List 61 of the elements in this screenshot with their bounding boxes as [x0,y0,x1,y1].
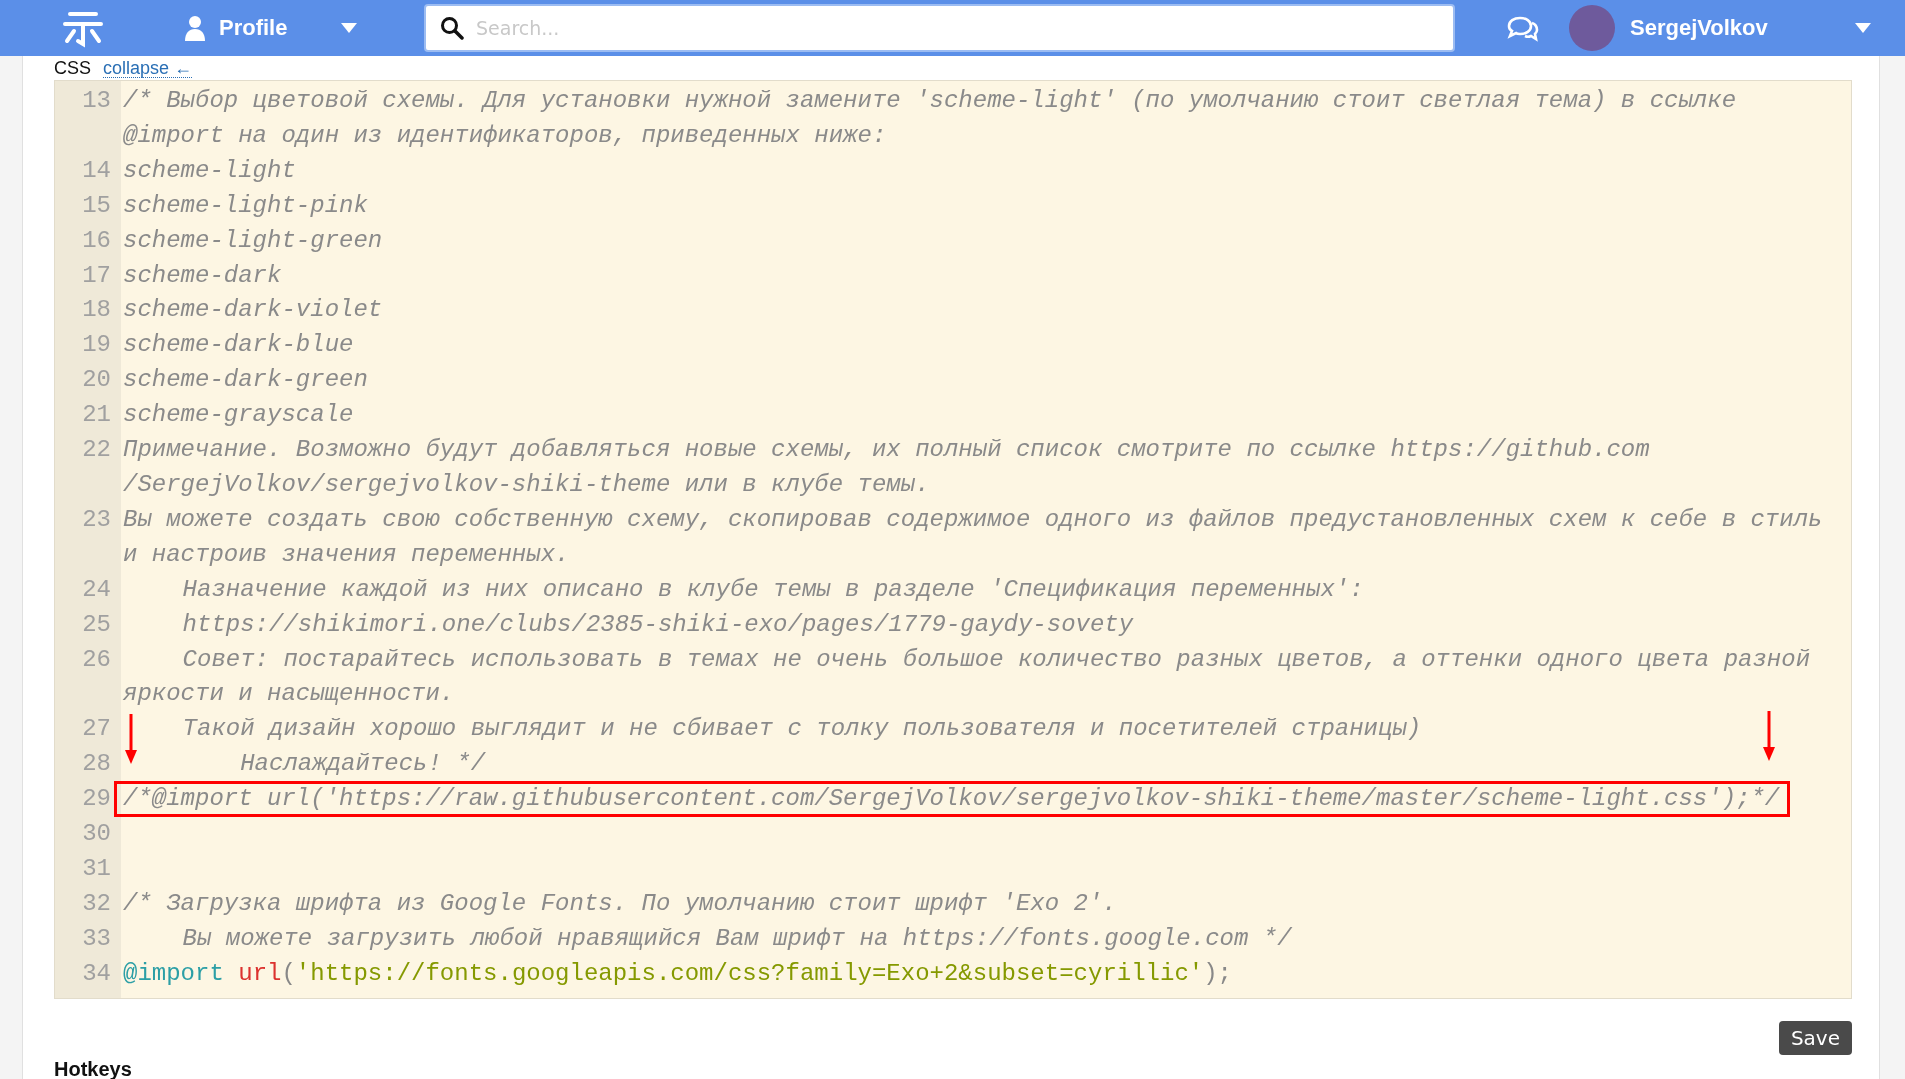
person-icon [184,15,206,41]
line-number: 32 [81,888,112,919]
line-number: 13 [81,86,112,116]
annotation-arrow [125,714,137,764]
line-number: 18 [81,295,112,326]
collapse-link[interactable]: collapse ← [103,58,193,78]
line-number: 17 [81,260,112,291]
caret-icon[interactable] [341,23,357,33]
code-line: /SergejVolkov/sergejvolkov-shiki-theme или в клубе темы. [122,470,930,498]
line-number: 21 [81,400,112,431]
code-line: scheme-light [122,156,296,184]
code-line: scheme-grayscale [122,401,354,429]
code-line: scheme-dark [122,261,282,289]
code-line: scheme-light-pink [122,191,368,219]
code-line: scheme-light-green [122,226,383,254]
line-number: 25 [81,609,112,640]
line-number: 24 [81,574,112,605]
code-line: scheme-dark-violet [122,296,383,324]
code-line: Назначение каждой из них описано в клубе темы в разделе 'Спецификация переменных': [181,575,1364,603]
code-line: Примечание. Возможно будут добавляться новые схемы, их полный список смотрите по ссылке https://github.com [122,436,1650,464]
code-line: /* Загрузка шрифта из Google Fonts. По умолчанию стоит шрифт 'Exo 2'. [122,889,1117,917]
annotation-arrow [1763,711,1775,761]
save-button[interactable]: Save [1778,1020,1852,1055]
line-number: 15 [81,190,112,221]
code-line: @import на один из идентификаторов, приведенных ниже: [122,121,887,149]
code-line: @import url('https://fonts.googleapis.com/css?family=Exo+2&subset=cyrillic'); [122,959,1232,987]
line-number: 23 [81,504,112,535]
line-number: 34 [81,958,112,989]
code-line: и настроив значения переменных. [122,540,570,568]
code-line: /* Выбор цветовой схемы. Для установки нужной замените 'scheme-light' (по умолчанию стоит светлая тема) в ссылке [122,87,1737,114]
code-line: Такой дизайн хорошо выглядит и не сбивает с толку пользователя и посетителей страницы) [181,715,1422,743]
line-number: 28 [81,749,112,780]
profile-menu-label[interactable]: Profile [219,15,288,41]
line-number: 30 [81,819,112,850]
code-line: Совет: постарайтесь использовать в темах не очень большое количество разных цветов, а оттенки одного цвета разной [181,645,1811,673]
line-number: 27 [81,714,112,745]
code-line: scheme-dark-green [122,366,368,394]
line-number: 16 [81,225,112,256]
line-number: 31 [81,853,112,884]
line-number: 29 [81,784,112,815]
line-number: 22 [81,435,112,466]
code-line: Наслаждайтесь! */ [239,750,486,778]
caret-icon[interactable] [1855,23,1871,33]
code-line: Вы можете создать свою собственную схему, скопировав содержимое одного из файлов предустановленных схем к себе в стиль [122,505,1823,533]
user-avatar[interactable] [1569,5,1615,51]
code-line: scheme-dark-blue [122,331,354,359]
line-number: 14 [81,155,112,186]
section-heading: Hotkeys [54,1057,133,1079]
code-line: яркости и насыщенности. [122,680,455,708]
search-icon [440,16,464,40]
line-number: 26 [81,644,112,675]
highlighted-code-line: /*@import url('https://raw.githubusercontent.com/SergejVolkov/sergejvolkov-shiki-theme/master/scheme-light.css');*/ [117,784,1788,815]
code-line: Вы можете загрузить любой нравящийся Вам шрифт на https://fonts.google.com */ [181,924,1292,952]
code-line: https://shikimori.one/clubs/2385-shiki-exo/pages/1779-gaydy-sovety [181,610,1134,638]
chat-icon[interactable] [1505,14,1539,42]
section-title: CSS [54,57,91,79]
line-number: 33 [81,923,112,954]
line-number: 20 [81,365,112,396]
username-label[interactable]: SergejVolkov [1630,15,1768,41]
line-number: 19 [81,330,112,361]
code-editor[interactable] [54,80,1852,999]
